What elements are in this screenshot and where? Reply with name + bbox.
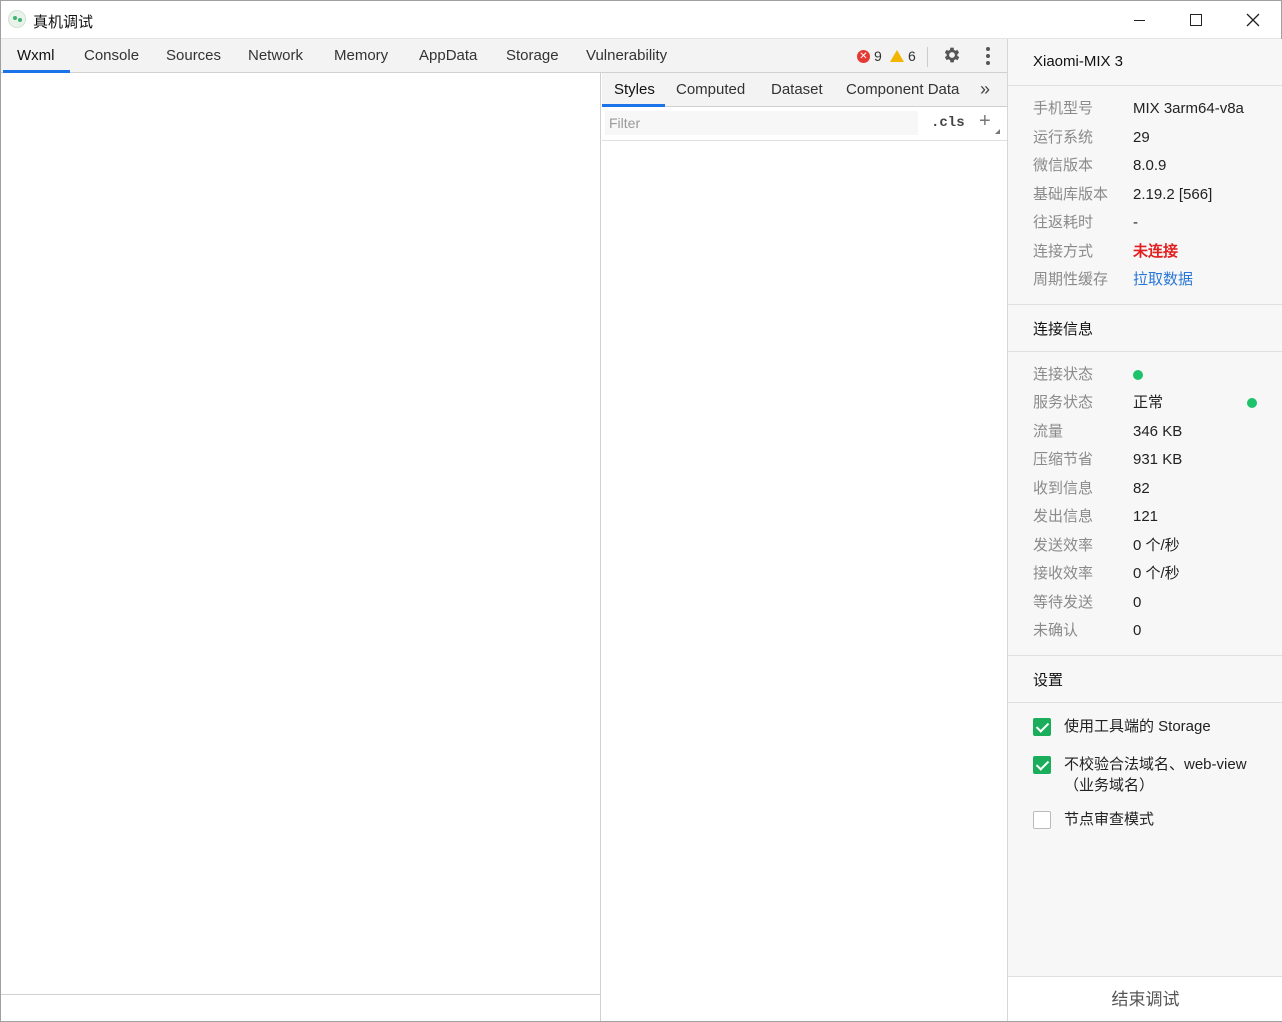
info-label: 基础库版本 [1033, 186, 1109, 203]
info-value: 0 个/秒 [1133, 565, 1180, 582]
info-label: 发送效率 [1033, 537, 1094, 554]
info-value: 0 [1133, 622, 1142, 639]
minimize-button[interactable] [1110, 1, 1168, 39]
info-value: 8.0.9 [1133, 157, 1167, 174]
tab-sources[interactable]: Sources [164, 39, 223, 72]
more-options-icon[interactable] [981, 45, 995, 67]
info-label: 运行系统 [1033, 129, 1094, 146]
checkbox-checked-icon[interactable] [1033, 718, 1051, 736]
title-bar: 真机调试 [1, 1, 1281, 39]
divider [1008, 351, 1282, 352]
checkbox-unchecked-icon[interactable] [1033, 811, 1051, 829]
end-debug-button[interactable]: 结束调试 [1008, 976, 1282, 1021]
wechat-devtools-icon [8, 10, 26, 28]
tab-console[interactable]: Console [82, 39, 141, 72]
close-icon [1246, 13, 1260, 27]
breadcrumb-bar [1, 994, 600, 1021]
setting-label: 节点审查模式 [1064, 811, 1155, 828]
info-label: 压缩节省 [1033, 451, 1094, 468]
device-name: Xiaomi-MIX 3 [1033, 53, 1124, 70]
divider [1008, 85, 1282, 86]
service-status-dot-icon [1247, 398, 1257, 408]
info-value: 931 KB [1133, 451, 1183, 468]
info-value: 2.19.2 [566] [1133, 186, 1213, 203]
info-label: 连接状态 [1033, 366, 1094, 383]
info-label: 微信版本 [1033, 157, 1094, 174]
setting-label: 不校验合法域名、web-view（业务域名） [1064, 756, 1247, 794]
tab-network[interactable]: Network [246, 39, 305, 72]
tab-styles[interactable]: Styles [614, 73, 655, 106]
info-label: 收到信息 [1033, 480, 1094, 497]
connection-info-title: 连接信息 [1033, 321, 1094, 338]
info-value: MIX 3arm64-v8a [1133, 100, 1244, 117]
info-label: 周期性缓存 [1033, 271, 1109, 288]
settings-title: 设置 [1033, 672, 1064, 689]
info-value: 正常 [1133, 394, 1164, 411]
tab-appdata[interactable]: AppData [417, 39, 479, 72]
info-value: - [1133, 214, 1138, 231]
tab-storage[interactable]: Storage [504, 39, 561, 72]
corner-triangle-icon [995, 129, 1000, 134]
tab-component-data[interactable]: Component Data [846, 73, 959, 106]
device-panel: Xiaomi-MIX 3 手机型号 MIX 3arm64-v8a 运行系统 29… [1007, 39, 1282, 1021]
styles-pane: Styles Computed Dataset Component Data »… [602, 73, 1007, 1021]
warning-count: 6 [908, 48, 916, 64]
tab-computed[interactable]: Computed [676, 73, 745, 106]
info-label: 连接方式 [1033, 243, 1094, 260]
toolbar-separator [927, 47, 928, 67]
checkbox-checked-icon[interactable] [1033, 756, 1051, 774]
settings-gear-icon[interactable] [942, 45, 962, 65]
tab-dataset[interactable]: Dataset [771, 73, 823, 106]
info-label: 未确认 [1033, 622, 1079, 639]
info-label: 往返耗时 [1033, 214, 1094, 231]
info-label: 等待发送 [1033, 594, 1094, 611]
styles-filter-bar: .cls + [602, 107, 1007, 141]
divider [1008, 304, 1282, 305]
divider [1008, 655, 1282, 656]
tab-wxml[interactable]: Wxml [15, 39, 57, 72]
minimize-icon [1133, 19, 1145, 21]
tab-memory[interactable]: Memory [332, 39, 390, 72]
info-label: 接收效率 [1033, 565, 1094, 582]
info-label: 发出信息 [1033, 508, 1094, 525]
styles-tab-strip: Styles Computed Dataset Component Data » [602, 73, 1007, 107]
error-icon: ✕ [857, 49, 870, 63]
pull-data-link[interactable]: 拉取数据 [1133, 270, 1193, 290]
connection-mode-status: 未连接 [1133, 243, 1179, 260]
window-title: 真机调试 [33, 14, 94, 31]
info-value: 29 [1133, 129, 1150, 146]
error-count: 9 [874, 48, 882, 64]
cls-toggle-button[interactable]: .cls [931, 115, 965, 131]
error-counter[interactable]: ✕ 9 [857, 48, 882, 64]
devtools-window: 真机调试 Wxml Console Sources Network Memory… [0, 0, 1282, 1022]
info-value: 0 [1133, 594, 1142, 611]
info-value: 346 KB [1133, 423, 1183, 440]
info-label: 手机型号 [1033, 100, 1094, 117]
warning-icon [890, 50, 904, 62]
maximize-button[interactable] [1167, 1, 1225, 39]
info-value: 121 [1133, 508, 1159, 525]
connection-status-dot-icon [1133, 370, 1143, 380]
close-button[interactable] [1224, 1, 1282, 39]
maximize-icon [1190, 14, 1202, 26]
setting-label: 使用工具端的 Storage [1064, 718, 1211, 735]
devtools-tab-strip: Wxml Console Sources Network Memory AppD… [1, 39, 1007, 73]
info-label: 流量 [1033, 423, 1064, 440]
warning-counter[interactable]: 6 [890, 48, 916, 64]
divider [1008, 702, 1282, 703]
wxml-tree-pane[interactable] [1, 73, 601, 1021]
styles-filter-input[interactable] [605, 111, 918, 135]
info-label: 服务状态 [1033, 394, 1094, 411]
info-value: 0 个/秒 [1133, 537, 1180, 554]
info-value: 82 [1133, 480, 1150, 497]
more-tabs-chevron-icon[interactable]: » [980, 79, 990, 100]
add-style-rule-button[interactable]: + [979, 110, 991, 133]
tab-vulnerability[interactable]: Vulnerability [584, 39, 669, 72]
